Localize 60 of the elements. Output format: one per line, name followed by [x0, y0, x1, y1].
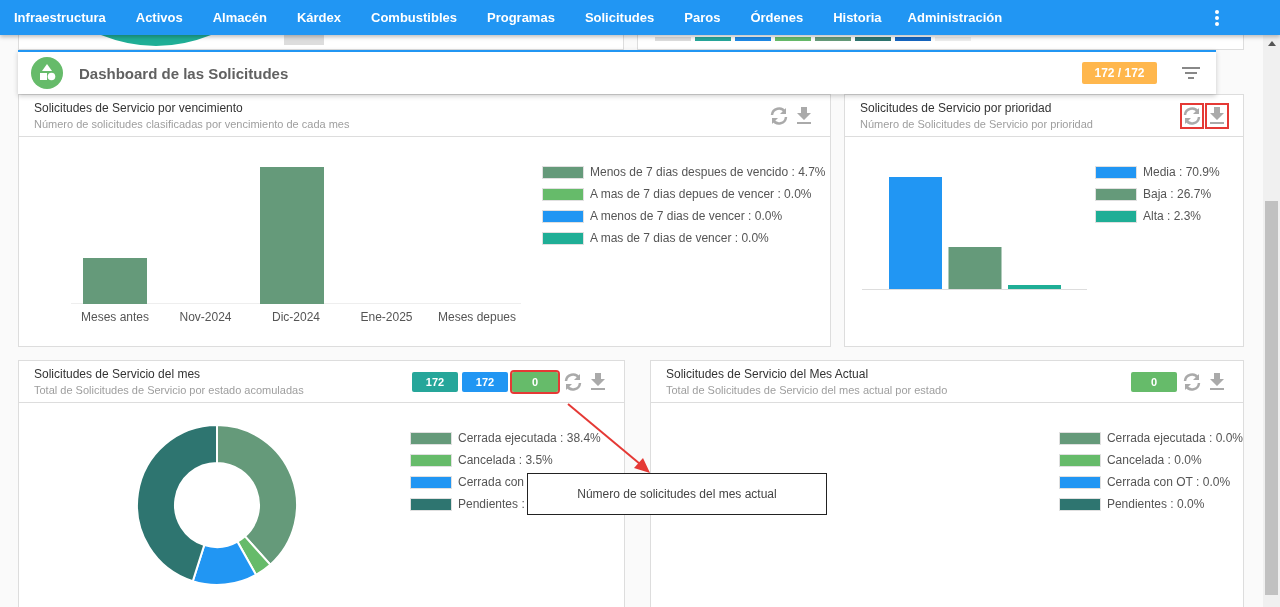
- legend-label: Baja : 26.7%: [1143, 187, 1212, 201]
- axis-label: Meses antes: [79, 310, 150, 324]
- nav-link[interactable]: Infraestructura: [14, 10, 106, 25]
- nav-link[interactable]: Solicitudes: [584, 10, 655, 25]
- legend-label: Menos de 7 dias despues de vencido : 4.7%: [590, 165, 826, 179]
- nav-link[interactable]: Combustibles: [371, 10, 457, 25]
- legend-label: Pendientes : 0.0%: [1106, 497, 1205, 511]
- card-subtitle: Total de Solicitudes de Servicio por estado acomuladas: [34, 384, 305, 396]
- refresh-icon[interactable]: [769, 104, 789, 127]
- scrollbar[interactable]: [1263, 35, 1280, 607]
- card-title: Solicitudes de Servicio por vencimiento: [34, 101, 244, 115]
- refresh-icon[interactable]: [563, 370, 583, 393]
- legend-label: Cerrada ejecutada : 0.0%: [1106, 431, 1243, 445]
- count-badge: 172 / 172: [1082, 62, 1157, 84]
- card-title: Solicitudes de Servicio del mes: [34, 367, 202, 381]
- refresh-icon[interactable]: [1182, 370, 1202, 393]
- nav-link[interactable]: Paros: [684, 10, 721, 25]
- legend-label: Cancelada : 0.0%: [1106, 453, 1202, 467]
- axis-label: Ene-2025: [359, 310, 414, 324]
- card-title: Solicitudes de Servicio del Mes Actual: [666, 367, 870, 381]
- dashboard-title: Dashboard de las Solicitudes: [79, 64, 289, 82]
- nav-link[interactable]: Kárdex: [296, 10, 341, 25]
- nav-link[interactable]: Programas: [486, 10, 555, 25]
- nav-link[interactable]: Almacén: [212, 10, 267, 25]
- legend-label: Media : 70.9%: [1143, 165, 1220, 179]
- card-subtitle: Número de solicitudes clasificadas por vencimiento de cada mes: [34, 118, 351, 130]
- card-title: Solicitudes de Servicio por prioridad: [860, 101, 1053, 115]
- nav-link[interactable]: Historia: [833, 10, 882, 25]
- count-badge: 172: [462, 371, 508, 392]
- axis-label: Meses depues: [436, 310, 517, 324]
- refresh-icon[interactable]: [1182, 104, 1202, 127]
- legend-label: Cerrada con: [458, 475, 525, 489]
- legend-label: A mas de 7 dias de vencer : 0.0%: [590, 231, 769, 245]
- axis-label: Nov-2024: [178, 310, 233, 324]
- legend-label: Pendientes :: [458, 497, 525, 511]
- card-subtitle: Número de Solicitudes de Servicio por prioridad: [860, 118, 1094, 130]
- shapes-icon: [31, 57, 63, 89]
- legend-label: Cerrada ejecutada : 38.4%: [458, 431, 601, 445]
- download-icon[interactable]: [588, 370, 608, 393]
- download-icon[interactable]: [794, 104, 814, 127]
- nav-link[interactable]: Órdenes: [750, 10, 804, 25]
- count-badge: 0: [1131, 371, 1177, 392]
- filter-icon[interactable]: [1182, 67, 1200, 79]
- more-menu-icon[interactable]: [1214, 8, 1220, 27]
- count-badge: 172: [412, 371, 458, 392]
- axis-label: Dic-2024: [271, 310, 321, 324]
- nav-link[interactable]: Activos: [135, 10, 183, 25]
- legend-label: Cancelada : 3.5%: [458, 453, 553, 467]
- download-icon[interactable]: [1207, 104, 1227, 127]
- nav-link[interactable]: Administración: [907, 10, 1003, 25]
- scrollbar-thumb[interactable]: [1265, 201, 1278, 595]
- scroll-up-icon[interactable]: [1267, 41, 1276, 46]
- legend-label: A mas de 7 dias depues de vencer : 0.0%: [590, 187, 812, 201]
- legend-label: A menos de 7 dias de vencer : 0.0%: [590, 209, 783, 223]
- legend-label: Alta : 2.3%: [1143, 209, 1202, 223]
- card-subtitle: Total de Solicitudes de Servicio del mes actual por estado: [666, 384, 949, 396]
- legend-label: Cerrada con OT : 0.0%: [1106, 475, 1231, 489]
- tooltip: Número de solicitudes del mes actual: [527, 473, 827, 515]
- count-badge: 0: [512, 371, 558, 392]
- download-icon[interactable]: [1207, 370, 1227, 393]
